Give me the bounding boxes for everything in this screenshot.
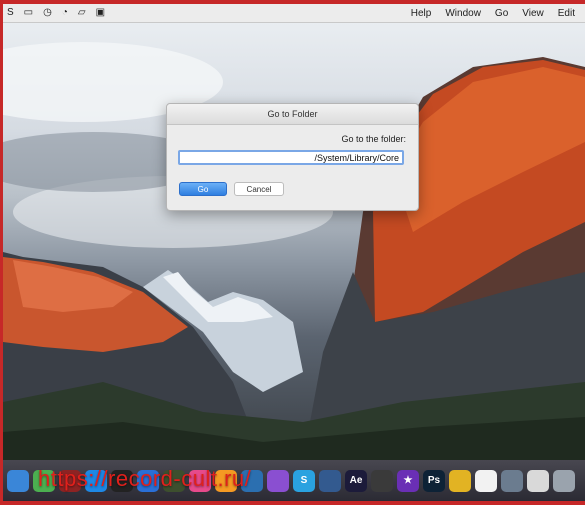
trash-icon[interactable]	[553, 469, 575, 492]
skype-glyph: S	[300, 475, 308, 486]
menu-help[interactable]: Help	[411, 8, 432, 19]
after-effects-glyph: Ae	[349, 475, 363, 486]
clapper-icon[interactable]	[371, 469, 393, 492]
skype-icon[interactable]: S	[293, 469, 315, 492]
menu-edit[interactable]: Edit	[558, 8, 575, 19]
menu-window[interactable]: Window	[445, 8, 481, 19]
finder-icon[interactable]	[7, 469, 29, 492]
notes-icon[interactable]	[527, 469, 549, 492]
frame-border-left	[0, 0, 3, 505]
menu-view[interactable]: View	[522, 8, 544, 19]
status-area: S ▭ ◷ ◔ ▱ ▣	[3, 8, 105, 18]
wifi-icon[interactable]: ◔	[62, 8, 68, 18]
folder-path-input[interactable]	[178, 150, 404, 165]
go-button[interactable]: Go	[179, 182, 227, 196]
imovie-glyph: ★	[403, 475, 413, 486]
menu-go[interactable]: Go	[495, 8, 508, 19]
menu-bar: S ▭ ◷ ◔ ▱ ▣ Help Window Go View Edit	[3, 4, 585, 23]
cancel-button[interactable]: Cancel	[234, 182, 284, 196]
menu-items: Help Window Go View Edit	[411, 8, 585, 19]
airplay-icon[interactable]: ▱	[78, 8, 86, 18]
imovie-icon[interactable]: ★	[397, 469, 419, 492]
status-letter: S	[7, 7, 14, 18]
screenshot-icon[interactable]	[319, 469, 341, 492]
color-wheel-icon[interactable]	[449, 469, 471, 492]
quicktime-icon[interactable]	[267, 469, 289, 492]
drive-icon[interactable]	[501, 469, 523, 492]
go-to-folder-dialog: Go to Folder Go to the folder: Go Cancel	[166, 103, 419, 211]
after-effects-icon[interactable]: Ae	[345, 469, 367, 492]
frame-border-top	[0, 0, 585, 4]
watermark-text: https://record-cult.ru/	[38, 466, 252, 491]
frame-border-bottom	[0, 501, 585, 505]
folder-prompt-label: Go to the folder:	[341, 134, 406, 144]
calendar-icon[interactable]	[475, 469, 497, 492]
display-icon[interactable]: ▣	[96, 8, 105, 18]
desktop-wallpaper	[3, 22, 585, 460]
wallpaper-image	[3, 42, 585, 460]
photoshop-glyph: Ps	[427, 475, 441, 486]
clock-icon[interactable]: ◷	[43, 8, 52, 18]
battery-icon[interactable]: ▭	[24, 8, 33, 18]
dialog-title: Go to Folder	[167, 104, 418, 125]
photoshop-icon[interactable]: Ps	[423, 469, 445, 492]
